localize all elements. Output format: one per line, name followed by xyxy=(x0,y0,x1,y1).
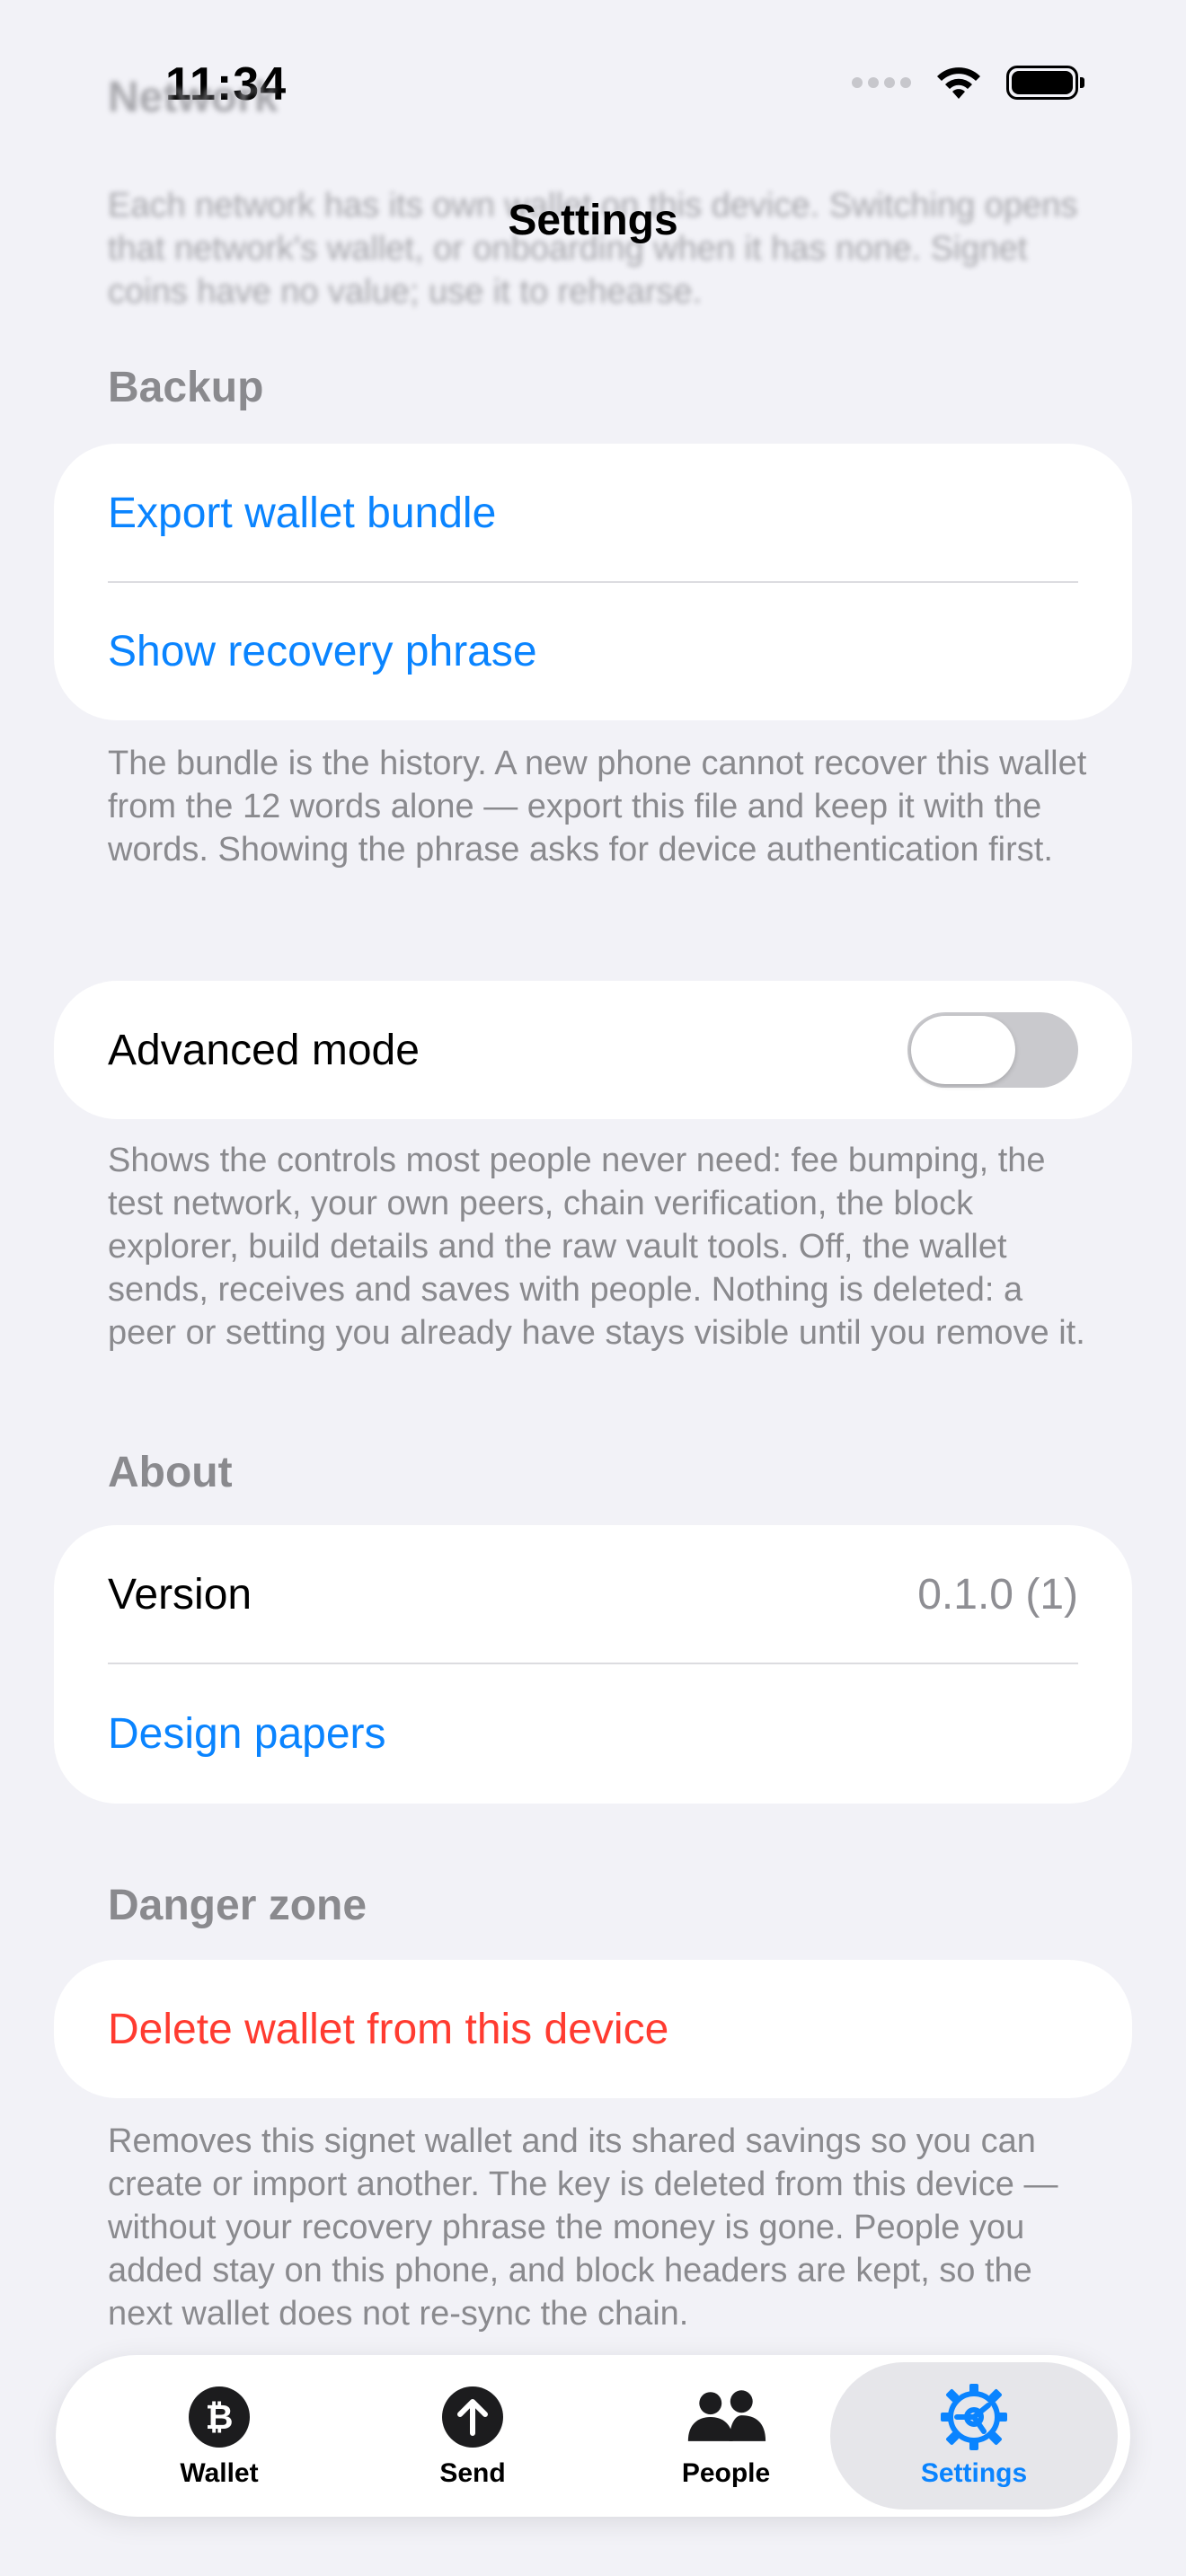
delete-wallet-button[interactable]: Delete wallet from this device xyxy=(108,1960,1078,2098)
tab-settings-label: Settings xyxy=(920,2458,1028,2488)
tab-wallet-label: Wallet xyxy=(180,2458,259,2488)
toggle-knob xyxy=(911,1016,1015,1084)
version-row: Version 0.1.0 (1) xyxy=(108,1525,1078,1663)
about-section-header: About xyxy=(108,1449,233,1496)
about-card: Version 0.1.0 (1) Design papers xyxy=(54,1525,1132,1804)
network-section-header: Network xyxy=(108,74,279,121)
danger-zone-footnote: Removes this signet wallet and its share… xyxy=(108,2122,1058,2333)
tab-settings[interactable]: Settings xyxy=(830,2362,1118,2510)
bitcoin-icon: ₿ xyxy=(178,2383,261,2451)
tab-people-label: People xyxy=(681,2458,771,2488)
export-wallet-bundle-label: Export wallet bundle xyxy=(108,489,497,537)
show-recovery-phrase-button[interactable]: Show recovery phrase xyxy=(108,582,1078,720)
cellular-signal-icon xyxy=(852,77,911,88)
backup-footnote: The bundle is the history. A new phone c… xyxy=(108,745,1087,869)
arrow-up-circle-icon xyxy=(431,2383,514,2451)
advanced-mode-card: Advanced mode xyxy=(54,981,1132,1119)
tab-wallet[interactable]: ₿ Wallet xyxy=(75,2362,363,2510)
status-icons xyxy=(852,63,1084,102)
export-wallet-bundle-button[interactable]: Export wallet bundle xyxy=(108,444,1078,582)
gear-icon xyxy=(933,2383,1015,2451)
tab-send[interactable]: Send xyxy=(329,2362,616,2510)
svg-text:₿: ₿ xyxy=(206,2397,234,2437)
version-value: 0.1.0 (1) xyxy=(917,1570,1078,1619)
danger-zone-card: Delete wallet from this device xyxy=(54,1960,1132,2098)
advanced-mode-label: Advanced mode xyxy=(108,1026,420,1074)
advanced-mode-footnote: Shows the controls most people never nee… xyxy=(108,1142,1085,1352)
tab-bar: ₿ Wallet Send People Settings xyxy=(56,2355,1130,2517)
version-label: Version xyxy=(108,1570,252,1619)
design-papers-label: Design papers xyxy=(108,1709,386,1758)
wifi-icon xyxy=(937,67,980,99)
advanced-mode-row: Advanced mode xyxy=(108,981,1078,1119)
delete-wallet-label: Delete wallet from this device xyxy=(108,2005,669,2053)
page-title: Settings xyxy=(508,197,678,244)
tab-people[interactable]: People xyxy=(582,2362,870,2510)
backup-card: Export wallet bundle Show recovery phras… xyxy=(54,444,1132,720)
advanced-mode-toggle[interactable] xyxy=(907,1012,1078,1088)
people-icon xyxy=(685,2383,767,2451)
backup-section-header: Backup xyxy=(108,364,264,411)
show-recovery-phrase-label: Show recovery phrase xyxy=(108,627,537,675)
tab-send-label: Send xyxy=(439,2458,506,2488)
design-papers-button[interactable]: Design papers xyxy=(108,1663,1078,1804)
danger-zone-section-header: Danger zone xyxy=(108,1882,367,1929)
battery-icon xyxy=(1006,66,1084,100)
